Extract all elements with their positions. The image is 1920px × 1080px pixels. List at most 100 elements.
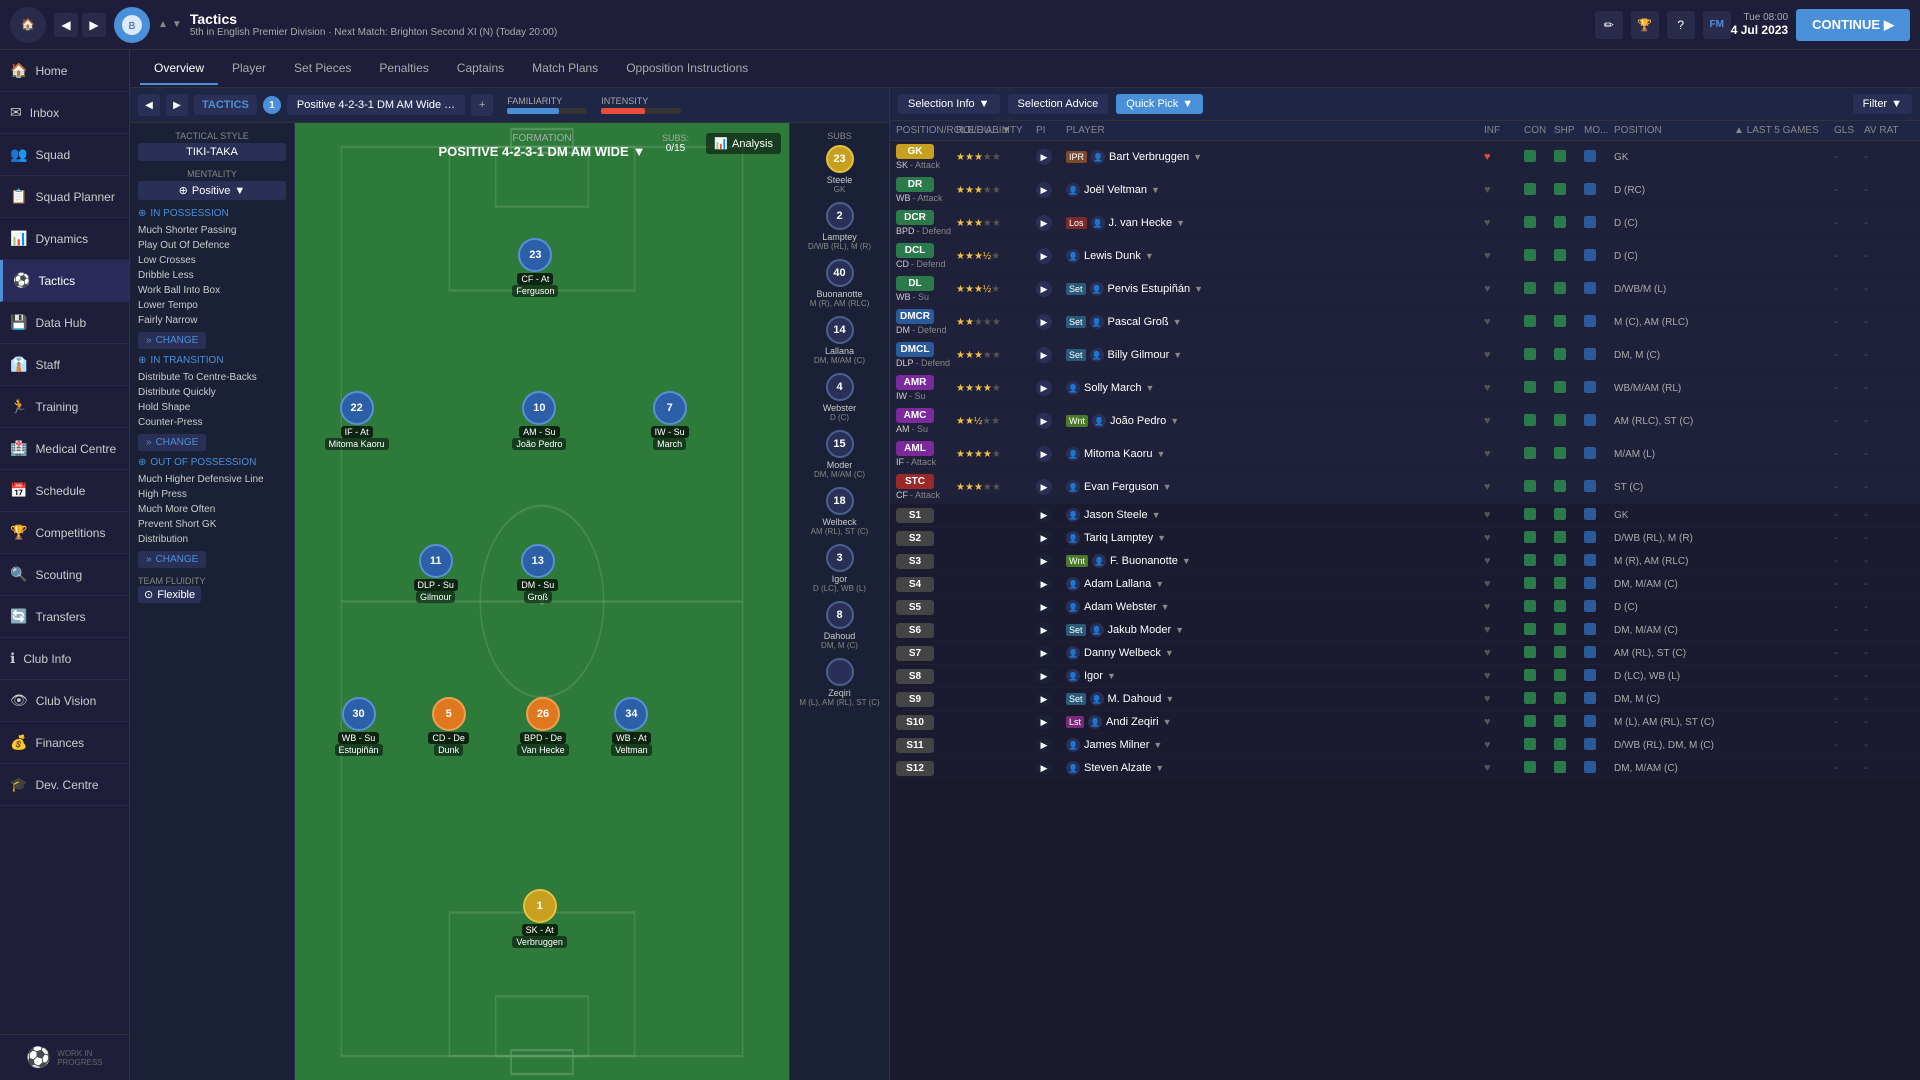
table-row[interactable]: S8 ▶ 👤 Igor ▼ ♥ D (LC), WB (L) - - [890,665,1920,688]
sub-item-moder[interactable]: 15 Moder DM, M/AM (C) [794,430,885,479]
back-button[interactable]: ◀ [54,13,78,37]
sidebar-item-inbox[interactable]: ✉ Inbox [0,92,129,134]
sidebar-item-club-info[interactable]: ℹ Club Info [0,638,129,680]
tab-set-pieces[interactable]: Set Pieces [280,53,365,85]
sub-item-webster[interactable]: 4 Webster D (C) [794,373,885,422]
sub-item-lallana[interactable]: 14 Lallana DM, M/AM (C) [794,316,885,365]
tab-penalties[interactable]: Penalties [365,53,442,85]
col-header-player[interactable]: PLAYER [1066,125,1484,136]
col-header-games[interactable]: ▲ LAST 5 GAMES [1734,125,1834,136]
col-header-con[interactable]: CON [1524,125,1554,136]
sub-item-welbeck[interactable]: 18 Welbeck AM (RL), ST (C) [794,487,885,536]
table-row[interactable]: S6 ▶ Set 👤 Jakub Moder ▼ ♥ DM, M/AM (C) … [890,619,1920,642]
table-row[interactable]: S9 ▶ Set 👤 M. Dahoud ▼ ♥ DM, M (C) - - [890,688,1920,711]
transition-change-btn[interactable]: » CHANGE [138,434,206,451]
table-row[interactable]: GK SK- Attack ★★★★★ ▶ IPR 👤 Bart Verbrug… [890,141,1920,174]
selection-info-button[interactable]: Selection Info ▼ [898,94,1000,114]
sidebar-item-home[interactable]: 🏠 Home [0,50,129,92]
table-row[interactable]: DMCL DLP- Defend ★★★★★ ▶ Set 👤 Billy Gil… [890,339,1920,372]
player-token-gross[interactable]: 13 DM - Su Groß [517,544,558,603]
quick-pick-button[interactable]: Quick Pick ▼ [1116,94,1203,114]
tactics-forward-btn[interactable]: ▶ [166,94,188,116]
sidebar-item-dev-centre[interactable]: 🎓 Dev. Centre [0,764,129,806]
tactics-back-btn[interactable]: ◀ [138,94,160,116]
sidebar-item-schedule[interactable]: 📅 Schedule [0,470,129,512]
help-icon[interactable]: ? [1667,11,1695,39]
tab-overview[interactable]: Overview [140,53,218,85]
player-token-vanhecke[interactable]: 26 BPD - De Van Hecke [517,697,568,756]
formation-name[interactable]: POSITIVE 4-2-3-1 DM AM WIDE ▼ [438,144,645,159]
table-row[interactable]: AMR IW- Su ★★★★★ ▶ 👤 Solly March ▼ ♥ WB/… [890,372,1920,405]
table-row[interactable]: S3 ▶ Wnt 👤 F. Buonanotte ▼ ♥ M (R), AM (… [890,550,1920,573]
table-row[interactable]: DR WB- Attack ★★★★★ ▶ 👤 Joël Veltman ▼ ♥… [890,174,1920,207]
col-header-shp[interactable]: SHP [1554,125,1584,136]
player-token-gilmour[interactable]: 11 DLP - Su Gilmour [414,544,458,603]
table-row[interactable]: S5 ▶ 👤 Adam Webster ▼ ♥ D (C) - - [890,596,1920,619]
player-token-veltman[interactable]: 34 WB - At Veltman [611,697,652,756]
table-row[interactable]: S11 ▶ 👤 James Milner ▼ ♥ D/WB (RL), DM, … [890,734,1920,757]
sidebar-item-data-hub[interactable]: 💾 Data Hub [0,302,129,344]
sub-item-zeqiri[interactable]: Zeqiri M (L), AM (RL), ST (C) [794,658,885,707]
col-header-avrat[interactable]: AV RAT [1864,125,1914,136]
tactical-style[interactable]: TIKI-TAKA [138,143,286,161]
player-token-ferguson[interactable]: 23 CF - At Ferguson [512,238,558,297]
selection-advice-button[interactable]: Selection Advice [1008,94,1109,114]
col-header-gls[interactable]: GLS [1834,125,1864,136]
table-row[interactable]: DCR BPD- Defend ★★★★★ ▶ Los 👤 J. van Hec… [890,207,1920,240]
sidebar-item-training[interactable]: 🏃 Training [0,386,129,428]
sub-item-igor[interactable]: 3 Igor D (LC), WB (L) [794,544,885,593]
fluidity-value[interactable]: ⊙ Flexible [138,586,201,603]
table-row[interactable]: S7 ▶ 👤 Danny Welbeck ▼ ♥ AM (RL), ST (C)… [890,642,1920,665]
trophy-icon[interactable]: 🏆 [1631,11,1659,39]
sidebar-item-scouting[interactable]: 🔍 Scouting [0,554,129,596]
player-token-estupina[interactable]: 30 WB - Su Estupiñán [335,697,383,756]
sidebar-item-club-vision[interactable]: 👁 Club Vision [0,680,129,722]
table-row[interactable]: AMC AM- Su ★★½★★ ▶ Wnt 👤 João Pedro ▼ ♥ … [890,405,1920,438]
add-tactic-btn[interactable]: + [471,94,493,116]
player-token-dunk[interactable]: 5 CD - De Dunk [428,697,469,756]
table-row[interactable]: S4 ▶ 👤 Adam Lallana ▼ ♥ DM, M/AM (C) - - [890,573,1920,596]
sidebar-item-medical[interactable]: 🏥 Medical Centre [0,428,129,470]
col-header-pi[interactable]: PI [1036,125,1066,136]
sub-item-dahoud[interactable]: 8 Dahoud DM, M (C) [794,601,885,650]
analysis-button[interactable]: 📊 Analysis [706,133,781,154]
player-token-march[interactable]: 7 IW - Su March [651,391,689,450]
sidebar-item-finances[interactable]: 💰 Finances [0,722,129,764]
possession-change-btn[interactable]: » CHANGE [138,332,206,349]
table-row[interactable]: S2 ▶ 👤 Tariq Lamptey ▼ ♥ D/WB (RL), M (R… [890,527,1920,550]
tab-captains[interactable]: Captains [443,53,518,85]
player-token-verbruggen[interactable]: 1 SK - At Verbruggen [512,889,567,948]
tactics-name[interactable]: Positive 4-2-3-1 DM AM Wide … [287,95,465,115]
sidebar-item-squad[interactable]: 👥 Squad [0,134,129,176]
player-token-mitoma[interactable]: 22 IF - At Mitoma Kaoru [325,391,389,450]
filter-button[interactable]: Filter ▼ [1853,94,1912,114]
sidebar-item-dynamics[interactable]: 📊 Dynamics [0,218,129,260]
sub-item-buonanotte[interactable]: 40 Buonanotte M (R), AM (RLC) [794,259,885,308]
sidebar-item-staff[interactable]: 👔 Staff [0,344,129,386]
table-row[interactable]: DMCR DM- Defend ★★★★★ ▶ Set 👤 Pascal Gro… [890,306,1920,339]
up-arrow[interactable]: ▲ [158,19,168,30]
table-row[interactable]: DL WB- Su ★★★½★ ▶ Set 👤 Pervis Estupiñán… [890,273,1920,306]
home-button[interactable]: 🏠 [10,7,46,43]
table-row[interactable]: STC CF- Attack ★★★★★ ▶ 👤 Evan Ferguson ▼… [890,471,1920,504]
sidebar-item-tactics[interactable]: ⚽ Tactics [0,260,129,302]
col-header-position[interactable]: POSITION/ROLE/DU... ▼ [896,125,956,136]
forward-button[interactable]: ▶ [82,13,106,37]
tab-opposition[interactable]: Opposition Instructions [612,53,762,85]
table-row[interactable]: DCL CD- Defend ★★★½★ ▶ 👤 Lewis Dunk ▼ ♥ … [890,240,1920,273]
sidebar-item-squad-planner[interactable]: 📋 Squad Planner [0,176,129,218]
col-header-role[interactable]: ROLE ABILITY [956,125,1036,136]
mentality-value[interactable]: ⊕ Positive ▼ [138,181,286,200]
tab-player[interactable]: Player [218,53,280,85]
sidebar-item-competitions[interactable]: 🏆 Competitions [0,512,129,554]
tab-match-plans[interactable]: Match Plans [518,53,612,85]
player-token-joaopedro[interactable]: 10 AM - Su João Pedro [512,391,566,450]
down-arrow[interactable]: ▼ [172,19,182,30]
table-row[interactable]: S10 ▶ Lst 👤 Andi Zeqiri ▼ ♥ M (L), AM (R… [890,711,1920,734]
continue-button[interactable]: CONTINUE ▶ [1796,9,1910,41]
col-header-inf[interactable]: INF [1484,125,1524,136]
sub-item-steele[interactable]: 23 Steele GK [794,145,885,194]
sidebar-item-transfers[interactable]: 🔄 Transfers [0,596,129,638]
out-possession-change-btn[interactable]: » CHANGE [138,551,206,568]
table-row[interactable]: S1 ▶ 👤 Jason Steele ▼ ♥ GK - - [890,504,1920,527]
